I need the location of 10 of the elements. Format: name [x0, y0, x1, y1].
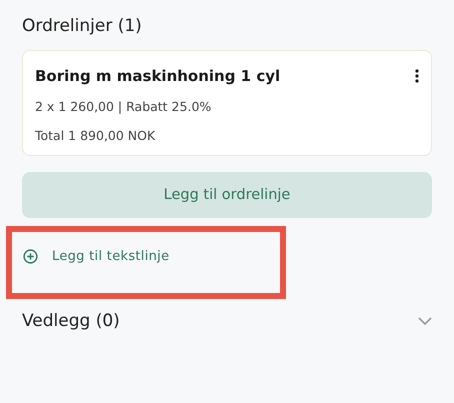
section-title: Ordrelinjer (1) — [22, 16, 143, 36]
more-icon[interactable] — [415, 69, 419, 83]
plus-circle-icon — [23, 249, 38, 264]
chevron-icon[interactable] — [418, 316, 432, 326]
add-text-line-button[interactable]: Legg til tekstlinje — [23, 249, 170, 264]
item-total: Total 1 890,00 NOK — [35, 128, 156, 143]
item-details: 2 x 1 260,00 | Rabatt 25.0% — [35, 99, 212, 114]
add-order-line-button[interactable]: Legg til ordrelinje — [22, 172, 432, 218]
section-title: Vedlegg (0) — [22, 311, 120, 331]
item-name: Boring m maskinhoning 1 cyl — [35, 67, 280, 85]
